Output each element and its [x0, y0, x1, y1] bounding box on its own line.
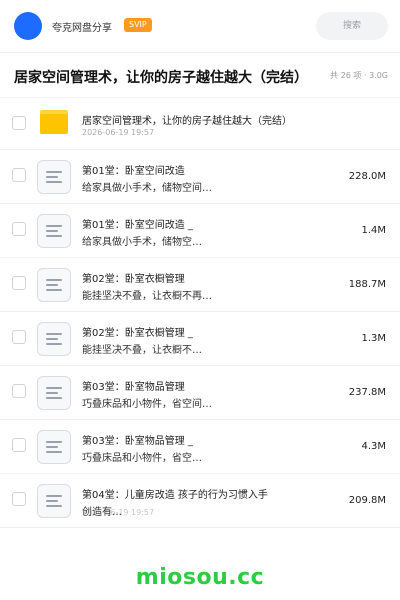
file-subtitle: 给家具做小手术，储物空间…: [82, 183, 212, 194]
watermark: miosou.cc: [135, 565, 265, 590]
file-subtitle: 能挂坚决不叠，让衣橱不…: [82, 345, 202, 356]
checkbox[interactable]: [12, 168, 26, 182]
file-size: 1.3M: [361, 333, 386, 344]
file-name: 第02堂：卧室衣橱管理 _: [82, 328, 193, 339]
list-item[interactable]: 居家空间管理术，让你的房子越住越大（完结） 2026-06-19 19:57: [0, 98, 400, 150]
file-subtitle: 巧叠床品和小物件，省空间…: [82, 399, 212, 410]
list-item[interactable]: 第01堂：卧室空间改造 给家具做小手术，储物空间… 228.0M: [0, 150, 400, 204]
checkbox[interactable]: [12, 222, 26, 236]
checkbox[interactable]: [12, 276, 26, 290]
list-item[interactable]: 第03堂：卧室物品管理 _ 巧叠床品和小物件，省空… 4.3M: [0, 420, 400, 474]
file-name: 居家空间管理术，让你的房子越住越大（完结）: [82, 116, 292, 127]
page-title: 居家空间管理术，让你的房子越住越大（完结）: [14, 70, 308, 86]
list-item[interactable]: 第02堂：卧室衣橱管理 _ 能挂坚决不叠，让衣橱不… 1.3M: [0, 312, 400, 366]
file-date: 2026-06-19 19:57: [82, 128, 155, 137]
top-bar: 夸克网盘分享 SVIP 搜索: [0, 0, 400, 52]
file-name: 第01堂：卧室空间改造: [82, 166, 185, 177]
document-icon: [37, 484, 71, 518]
document-icon: [37, 268, 71, 302]
file-subtitle: 创造有…: [82, 507, 122, 518]
file-size: 237.8M: [348, 387, 386, 398]
document-icon: [37, 160, 71, 194]
file-size: 1.4M: [361, 225, 386, 236]
file-size: 228.0M: [348, 171, 386, 182]
file-size: 4.3M: [361, 441, 386, 452]
file-list: 居家空间管理术，让你的房子越住越大（完结） 2026-06-19 19:57 第…: [0, 98, 400, 528]
search-button[interactable]: 搜索: [316, 12, 388, 40]
list-item[interactable]: 第03堂：卧室物品管理 巧叠床品和小物件，省空间… 237.8M: [0, 366, 400, 420]
folder-header: 居家空间管理术，让你的房子越住越大（完结） 共 26 项 · 3.0G: [0, 52, 400, 98]
list-item[interactable]: 第01堂：卧室空间改造 _ 给家具做小手术，储物空… 1.4M: [0, 204, 400, 258]
file-name: 第02堂：卧室衣橱管理: [82, 274, 185, 285]
file-subtitle: 给家具做小手术，储物空…: [82, 237, 202, 248]
document-icon: [37, 214, 71, 248]
checkbox[interactable]: [12, 492, 26, 506]
file-name: 第04堂：儿童房改造 孩子的行为习惯入手: [82, 490, 268, 501]
folder-meta: 共 26 项 · 3.0G: [330, 71, 388, 80]
avatar[interactable]: [14, 12, 42, 40]
document-icon: [37, 322, 71, 356]
file-subtitle: 能挂坚决不叠，让衣橱不再…: [82, 291, 212, 302]
file-name: 第03堂：卧室物品管理: [82, 382, 185, 393]
share-name: 夸克网盘分享: [52, 23, 112, 34]
document-icon: [37, 430, 71, 464]
file-name: 第01堂：卧室空间改造 _: [82, 220, 193, 231]
file-name: 第03堂：卧室物品管理 _: [82, 436, 193, 447]
document-icon: [37, 376, 71, 410]
folder-icon: [40, 110, 68, 134]
checkbox[interactable]: [12, 384, 26, 398]
file-size: 209.8M: [348, 495, 386, 506]
list-item[interactable]: 第02堂：卧室衣橱管理 能挂坚决不叠，让衣橱不再… 188.7M: [0, 258, 400, 312]
checkbox[interactable]: [12, 438, 26, 452]
file-subtitle: 巧叠床品和小物件，省空…: [82, 453, 202, 464]
file-size: 188.7M: [348, 279, 386, 290]
checkbox[interactable]: [12, 116, 26, 130]
list-item[interactable]: 第04堂：儿童房改造 孩子的行为习惯入手 2026-06-19 19:57 创造…: [0, 474, 400, 528]
checkbox[interactable]: [12, 330, 26, 344]
svip-badge: SVIP: [124, 18, 152, 32]
